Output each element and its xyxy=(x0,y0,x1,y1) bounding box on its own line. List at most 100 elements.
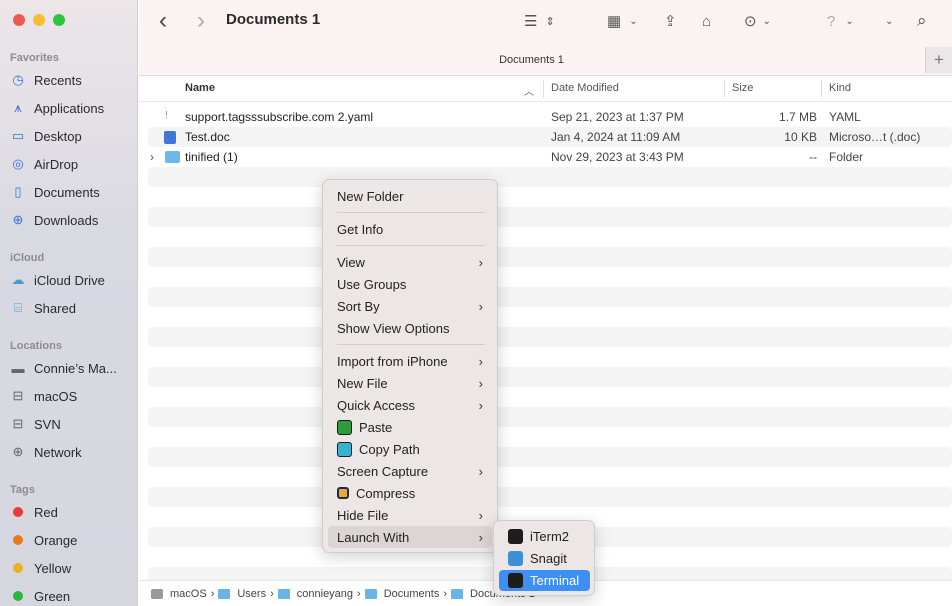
tag-dot-icon xyxy=(13,507,23,517)
path-item[interactable]: Documents xyxy=(384,588,440,600)
search-icon: ⌕ xyxy=(917,11,927,30)
grid-view-icon: ▦ xyxy=(607,13,622,30)
folder-icon xyxy=(364,588,377,599)
share-button[interactable]: ⇪ xyxy=(664,10,677,32)
path-item[interactable]: macOS xyxy=(170,588,207,600)
context-menu: New Folder Get Info View › Use Groups Sor… xyxy=(322,179,498,553)
column-kind[interactable]: Kind xyxy=(829,82,851,94)
minimize-button[interactable] xyxy=(33,14,45,26)
disk-icon xyxy=(151,588,163,599)
path-item[interactable]: connieyang xyxy=(297,588,353,600)
path-item[interactable]: Users xyxy=(237,588,266,600)
menu-item-use-groups[interactable]: Use Groups xyxy=(328,273,492,295)
forward-button[interactable]: › xyxy=(197,7,205,34)
paste-icon xyxy=(337,419,352,435)
menu-item-launch-with[interactable]: Launch With › xyxy=(328,526,492,548)
menu-item-new-folder[interactable]: New Folder xyxy=(328,185,492,207)
sidebar-tag-yellow[interactable]: Yellow xyxy=(10,557,71,579)
word-file-icon xyxy=(164,131,176,144)
chevron-right-icon: › xyxy=(478,375,483,391)
file-row[interactable]: ! support.tagsssubscribe.com 2.yaml Sep … xyxy=(148,107,952,127)
compress-icon xyxy=(337,487,349,499)
window-controls xyxy=(13,14,65,26)
menu-item-get-info[interactable]: Get Info xyxy=(328,218,492,240)
chevron-right-icon: › xyxy=(478,353,483,369)
column-header: Name ︿ Date Modified Size Kind xyxy=(139,77,952,102)
menu-item-show-view-options[interactable]: Show View Options xyxy=(328,317,492,339)
toolbar: ‹ › Documents 1 ☰ ⇕ ▦ ⌄ ⇪ ⌂ ⊙ ⌄ ? ⌄ ⌄ ⌕ xyxy=(139,0,952,44)
sidebar-item-documents[interactable]: ▯ Documents xyxy=(10,181,99,203)
menu-item-paste[interactable]: Paste xyxy=(328,416,492,438)
chevron-down-icon: ⌄ xyxy=(762,15,771,27)
sidebar-tag-red[interactable]: Red xyxy=(10,501,58,523)
menu-item-import-from-iphone[interactable]: Import from iPhone › xyxy=(328,350,492,372)
sidebar-item-shared[interactable]: ⌸ Shared xyxy=(10,297,76,319)
menu-item-quick-access[interactable]: Quick Access › xyxy=(328,394,492,416)
sidebar: Favorites ◷ Recents ⩚ Applications ▭ Deskto… xyxy=(0,0,138,606)
sidebar-item-network[interactable]: ⊕ Network xyxy=(10,441,82,463)
help-button[interactable]: ? ⌄ xyxy=(827,10,854,32)
column-date-modified[interactable]: Date Modified xyxy=(551,82,619,94)
menu-item-hide-file[interactable]: Hide File › xyxy=(328,504,492,526)
sidebar-tag-orange[interactable]: Orange xyxy=(10,529,77,551)
finder-window: Favorites ◷ Recents ⩚ Applications ▭ Deskto… xyxy=(0,0,952,606)
tag-icon: ⌂ xyxy=(702,12,712,30)
chevron-right-icon: › xyxy=(478,529,483,545)
tag-dot-icon xyxy=(13,591,23,601)
sidebar-item-recents[interactable]: ◷ Recents xyxy=(10,69,81,91)
sidebar-item-macos[interactable]: ⊟ macOS xyxy=(10,385,78,407)
updown-chevron-icon: ⇕ xyxy=(545,15,555,28)
folder-icon xyxy=(277,588,290,599)
menu-item-screen-capture[interactable]: Screen Capture › xyxy=(328,460,492,482)
submenu-item-snagit[interactable]: Snagit xyxy=(499,548,590,569)
sidebar-item-downloads[interactable]: ⊕ Downloads xyxy=(10,209,99,231)
chevron-left-icon: ‹ xyxy=(159,7,167,34)
back-button[interactable]: ‹ xyxy=(159,7,167,34)
icloud-header: iCloud xyxy=(10,252,45,264)
airdrop-icon: ◎ xyxy=(12,156,24,171)
sort-ascending-icon: ︿ xyxy=(524,87,534,98)
tab-documents-1[interactable]: Documents 1 xyxy=(139,54,924,66)
shared-folder-icon: ⌸ xyxy=(14,300,22,315)
copy-path-icon xyxy=(337,441,352,457)
applications-icon: ⩚ xyxy=(14,100,22,115)
tag-dot-icon xyxy=(13,535,23,545)
menu-item-copy-path[interactable]: Copy Path xyxy=(328,438,492,460)
new-tab-button[interactable]: + xyxy=(925,47,952,73)
column-size[interactable]: Size xyxy=(732,82,753,94)
desktop-icon: ▭ xyxy=(11,128,25,143)
submenu-item-terminal[interactable]: Terminal xyxy=(499,570,590,591)
chevron-down-icon: ⌄ xyxy=(885,15,894,27)
file-row[interactable]: › tinified (1) Nov 29, 2023 at 3:43 PM -… xyxy=(148,147,952,167)
sidebar-item-svn[interactable]: ⊟ SVN xyxy=(10,413,61,435)
menu-item-sort-by[interactable]: Sort By › xyxy=(328,295,492,317)
sidebar-item-icloud-drive[interactable]: ☁ iCloud Drive xyxy=(10,269,105,291)
cloud-icon: ☁ xyxy=(11,272,25,287)
menu-item-view[interactable]: View › xyxy=(328,251,492,273)
submenu-item-iterm2[interactable]: iTerm2 xyxy=(499,526,590,547)
file-row[interactable]: Test.doc Jan 4, 2024 at 11:09 AM 10 KB M… xyxy=(148,127,952,147)
chevron-right-icon: › xyxy=(478,397,483,413)
tag-button[interactable]: ⌂ xyxy=(702,10,711,32)
snagit-icon xyxy=(508,551,523,566)
disclosure-triangle-icon[interactable]: › xyxy=(150,150,154,164)
laptop-icon: ▬ xyxy=(11,360,25,376)
menu-item-new-file[interactable]: New File › xyxy=(328,372,492,394)
search-button[interactable]: ⌕ xyxy=(917,10,927,32)
close-button[interactable] xyxy=(13,14,25,26)
sidebar-tag-green[interactable]: Green xyxy=(10,585,70,606)
sidebar-item-computer[interactable]: ▬ Connie’s Ma... xyxy=(10,357,117,379)
sidebar-item-airdrop[interactable]: ◎ AirDrop xyxy=(10,153,78,175)
menu-item-compress[interactable]: Compress xyxy=(328,482,492,504)
zoom-button[interactable] xyxy=(53,14,65,26)
list-view-button[interactable]: ☰ ⇕ xyxy=(524,10,555,32)
column-name[interactable]: Name xyxy=(185,82,215,94)
sidebar-item-applications[interactable]: ⩚ Applications xyxy=(10,97,104,119)
share-icon: ⇪ xyxy=(664,13,677,30)
more-actions-button[interactable]: ⊙ ⌄ xyxy=(744,10,771,32)
folder-icon xyxy=(165,151,180,163)
overflow-button[interactable]: ⌄ xyxy=(885,10,893,32)
group-view-button[interactable]: ▦ ⌄ xyxy=(607,10,638,32)
sidebar-item-desktop[interactable]: ▭ Desktop xyxy=(10,125,82,147)
folder-icon xyxy=(218,588,231,599)
